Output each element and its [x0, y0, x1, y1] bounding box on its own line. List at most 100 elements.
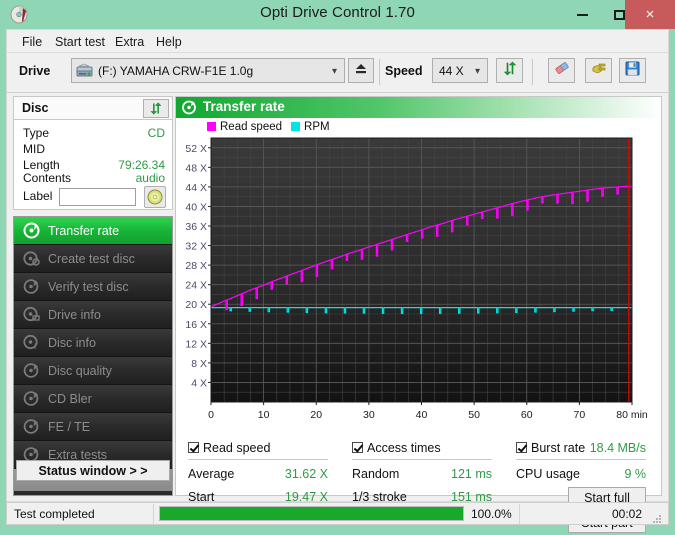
- sidebar-item-cd-bler[interactable]: CD Bler: [14, 385, 172, 413]
- access-times-header: Access times: [367, 441, 441, 455]
- sidebar-item-label: Drive info: [48, 308, 101, 322]
- minimize-button[interactable]: [564, 0, 601, 29]
- svg-text:40: 40: [416, 409, 428, 421]
- menu-file[interactable]: File: [17, 33, 47, 51]
- svg-text:36 X: 36 X: [185, 221, 207, 233]
- sidebar-item-label: Verify test disc: [48, 280, 129, 294]
- burst-rate-value: 18.4 MB/s: [576, 441, 646, 455]
- plot-svg: 4 X8 X12 X16 X20 X24 X28 X32 X36 X40 X44…: [176, 134, 661, 439]
- disc-label-button[interactable]: [144, 186, 166, 208]
- access-times-checkbox[interactable]: [352, 442, 363, 453]
- app-window: Opti Drive Control 1.70 × File Start tes…: [0, 0, 675, 531]
- sidebar-item-fe-te[interactable]: FE / TE: [14, 413, 172, 441]
- drive-select[interactable]: (F:) YAMAHA CRW-F1E 1.0g ▾: [71, 58, 345, 83]
- transfer-rate-plot: 4 X8 X12 X16 X20 X24 X28 X32 X36 X40 X44…: [176, 134, 661, 439]
- read-speed-checkbox[interactable]: [188, 442, 199, 453]
- plug-icon: [590, 60, 607, 81]
- disc-verify-icon: [23, 278, 40, 295]
- disc-info-icon: i: [23, 334, 40, 351]
- chevron-down-icon: ▾: [475, 66, 480, 77]
- svg-text:12 X: 12 X: [185, 338, 207, 350]
- chevron-down-icon: ▾: [332, 66, 337, 77]
- sidebar-item-disc-quality[interactable]: Disc quality: [14, 357, 172, 385]
- sidebar-item-label: CD Bler: [48, 392, 92, 406]
- disc-mid-label: MID: [23, 142, 45, 156]
- disc-drive-icon: [23, 306, 40, 323]
- eject-icon: [354, 62, 368, 80]
- refresh-icon: [149, 102, 163, 115]
- legend-label-read-speed: Read speed: [220, 121, 282, 133]
- toolbar: Drive (F:) YAMAHA CRW-F1E 1.0g ▾: [7, 53, 668, 93]
- menu-extra[interactable]: Extra: [110, 33, 149, 51]
- left-panel: Disc Type CD MID Length: [13, 96, 173, 496]
- legend-label-rpm: RPM: [304, 121, 330, 133]
- status-bar: Test completed 100.0% 00:02: [6, 502, 669, 525]
- close-button[interactable]: ×: [625, 0, 675, 29]
- svg-text:32 X: 32 X: [185, 241, 207, 253]
- progress-label: 100.0%: [471, 507, 512, 521]
- disc-info-panel: Type CD MID Length 79:26.34 Contents aud…: [13, 120, 173, 210]
- disc-refresh-button[interactable]: [143, 99, 169, 118]
- sidebar-item-create-test-disc[interactable]: Create test disc: [14, 245, 172, 273]
- svg-text:20: 20: [310, 409, 322, 421]
- disc-label-label: Label: [23, 189, 52, 203]
- transfer-rate-icon: [182, 100, 197, 115]
- read-avg-label: Average: [188, 467, 234, 481]
- eraser-icon: [553, 60, 571, 81]
- speed-value: 44 X: [439, 64, 464, 78]
- disc-check-icon: [23, 222, 40, 239]
- read-speed-group[interactable]: Read speed: [188, 441, 270, 455]
- legend-swatch-read-speed: [207, 122, 216, 131]
- svg-text:80 min: 80 min: [616, 409, 648, 421]
- refresh-icon: [502, 61, 518, 81]
- sidebar-item-label: Transfer rate: [48, 224, 119, 238]
- title-bar: Opti Drive Control 1.70 ×: [0, 0, 675, 29]
- sidebar-item-verify-test-disc[interactable]: Verify test disc: [14, 273, 172, 301]
- access-random-label: Random: [352, 467, 399, 481]
- svg-text:8 X: 8 X: [191, 358, 207, 370]
- cpu-usage-label: CPU usage: [516, 467, 580, 481]
- svg-text:50: 50: [468, 409, 480, 421]
- burst-rate-group[interactable]: Burst rate: [516, 441, 585, 455]
- disc-contents-label: Contents: [23, 171, 71, 185]
- refresh-button[interactable]: [496, 58, 523, 83]
- disc-row-type: Type CD: [14, 126, 174, 143]
- progress-fill: [160, 507, 463, 520]
- disc-label-input[interactable]: [59, 188, 136, 206]
- menu-help[interactable]: Help: [151, 33, 187, 51]
- svg-text:52 X: 52 X: [185, 143, 207, 155]
- svg-text:20 X: 20 X: [185, 299, 207, 311]
- save-button[interactable]: [619, 58, 646, 83]
- drive-icon: [76, 63, 93, 79]
- svg-text:60: 60: [521, 409, 533, 421]
- svg-text:0: 0: [208, 409, 214, 421]
- sidebar-item-label: Create test disc: [48, 252, 135, 266]
- sidebar-item-drive-info[interactable]: Drive info: [14, 301, 172, 329]
- chart-title: Transfer rate: [203, 99, 285, 114]
- disc-panel-title: Disc: [22, 101, 48, 115]
- sidebar-item-transfer-rate[interactable]: Transfer rate: [14, 217, 172, 245]
- plug-button[interactable]: [585, 58, 612, 83]
- speed-select[interactable]: 44 X ▾: [432, 58, 488, 83]
- svg-text:16 X: 16 X: [185, 319, 207, 331]
- svg-text:70: 70: [574, 409, 586, 421]
- resize-grip-icon[interactable]: [653, 515, 663, 524]
- save-icon: [625, 61, 640, 81]
- svg-text:24 X: 24 X: [185, 280, 207, 292]
- read-speed-header: Read speed: [203, 441, 270, 455]
- eject-button[interactable]: [348, 58, 374, 83]
- elapsed-time: 00:02: [612, 507, 642, 521]
- status-text: Test completed: [14, 507, 95, 521]
- svg-text:44 X: 44 X: [185, 182, 207, 194]
- menu-start-test[interactable]: Start test: [50, 33, 110, 51]
- menu-bar: File Start test Extra Help: [7, 30, 668, 53]
- burst-rate-checkbox[interactable]: [516, 442, 527, 453]
- client-area: File Start test Extra Help Drive (F:): [6, 29, 669, 502]
- svg-text:30: 30: [363, 409, 375, 421]
- svg-text:4 X: 4 X: [191, 377, 207, 389]
- sidebar-item-disc-info[interactable]: i Disc info: [14, 329, 172, 357]
- access-times-group[interactable]: Access times: [352, 441, 441, 455]
- erase-button[interactable]: [548, 58, 575, 83]
- disc-length-value: 79:26.34: [118, 158, 165, 172]
- status-window-button[interactable]: Status window > >: [16, 460, 170, 481]
